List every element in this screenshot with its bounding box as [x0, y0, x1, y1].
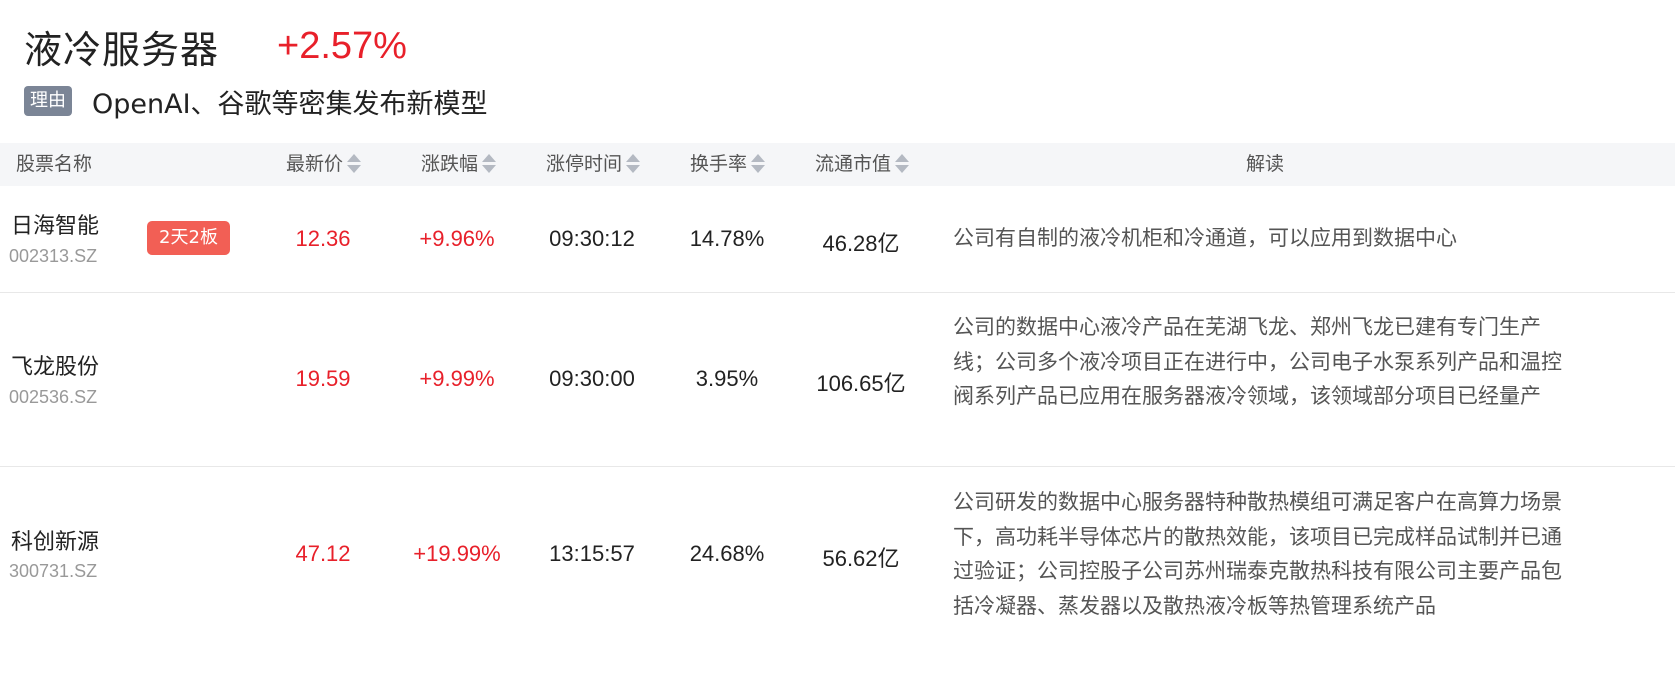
change-value: +9.96% — [419, 226, 495, 251]
sort-icon[interactable] — [481, 152, 497, 174]
table-row[interactable]: 飞龙股份 002536.SZ 19.59 +9.99% 09:30:00 3.9… — [0, 293, 1675, 467]
stock-name[interactable]: 飞龙股份 — [11, 349, 99, 381]
sort-icon[interactable] — [625, 152, 641, 174]
turnover-value: 24.68% — [689, 541, 765, 566]
interpretation-text: 公司研发的数据中心服务器特种散热模组可满足客户在高算力场景下，高功耗半导体芯片的… — [953, 490, 1562, 618]
change-value: +9.99% — [419, 366, 495, 391]
reason-tag: 理由 — [24, 86, 72, 116]
stock-name[interactable]: 日海智能 — [11, 208, 99, 240]
col-header-turnover[interactable]: 换手率 — [690, 143, 766, 186]
sector-header: 液冷服务器 +2.57% — [24, 22, 407, 72]
turnover-value: 3.95% — [695, 366, 759, 391]
stock-code: 300731.SZ — [9, 561, 98, 581]
reason-text: OpenAI、谷歌等密集发布新模型 — [92, 88, 488, 120]
col-header-limit-time[interactable]: 涨停时间 — [546, 143, 641, 186]
col-header-market-cap[interactable]: 流通市值 — [815, 143, 910, 186]
limit-up-badge: 2天2板 — [147, 221, 230, 255]
sort-icon[interactable] — [750, 152, 766, 174]
table-header: 股票名称 最新价 涨跌幅 涨停时间 换手率 流通市值 解读 — [0, 143, 1675, 186]
stock-code: 002313.SZ — [9, 246, 98, 266]
col-header-name: 股票名称 — [16, 153, 93, 175]
sort-icon[interactable] — [894, 152, 910, 174]
stock-name[interactable]: 科创新源 — [11, 524, 99, 556]
sort-icon[interactable] — [346, 152, 362, 174]
price-value: 12.36 — [295, 226, 351, 251]
reason-line: 理由 OpenAI、谷歌等密集发布新模型 — [24, 84, 488, 120]
col-header-change[interactable]: 涨跌幅 — [421, 143, 497, 186]
market-cap-value: 46.28亿 — [822, 231, 900, 256]
sector-change: +2.57% — [277, 24, 407, 67]
table-row[interactable]: 日海智能 002313.SZ 2天2板 12.36 +9.96% 09:30:1… — [0, 186, 1675, 293]
turnover-value: 14.78% — [689, 226, 765, 251]
sector-title: 液冷服务器 — [24, 27, 220, 72]
market-cap-value: 56.62亿 — [822, 546, 900, 571]
change-value: +19.99% — [413, 541, 501, 566]
table-row[interactable]: 科创新源 300731.SZ 47.12 +19.99% 13:15:57 24… — [0, 467, 1675, 685]
stock-code: 002536.SZ — [9, 387, 98, 407]
col-header-price[interactable]: 最新价 — [286, 143, 362, 186]
limit-time-value: 13:15:57 — [549, 541, 635, 566]
price-value: 47.12 — [295, 541, 351, 566]
limit-time-value: 09:30:00 — [549, 366, 635, 391]
price-value: 19.59 — [295, 366, 351, 391]
limit-time-value: 09:30:12 — [549, 226, 635, 251]
col-header-interpretation: 解读 — [1246, 153, 1285, 175]
market-cap-value: 106.65亿 — [816, 371, 906, 396]
interpretation-text: 公司有自制的液冷机柜和冷通道，可以应用到数据中心 — [953, 226, 1457, 250]
interpretation-text: 公司的数据中心液冷产品在芜湖飞龙、郑州飞龙已建有专门生产线；公司多个液冷项目正在… — [953, 315, 1562, 408]
